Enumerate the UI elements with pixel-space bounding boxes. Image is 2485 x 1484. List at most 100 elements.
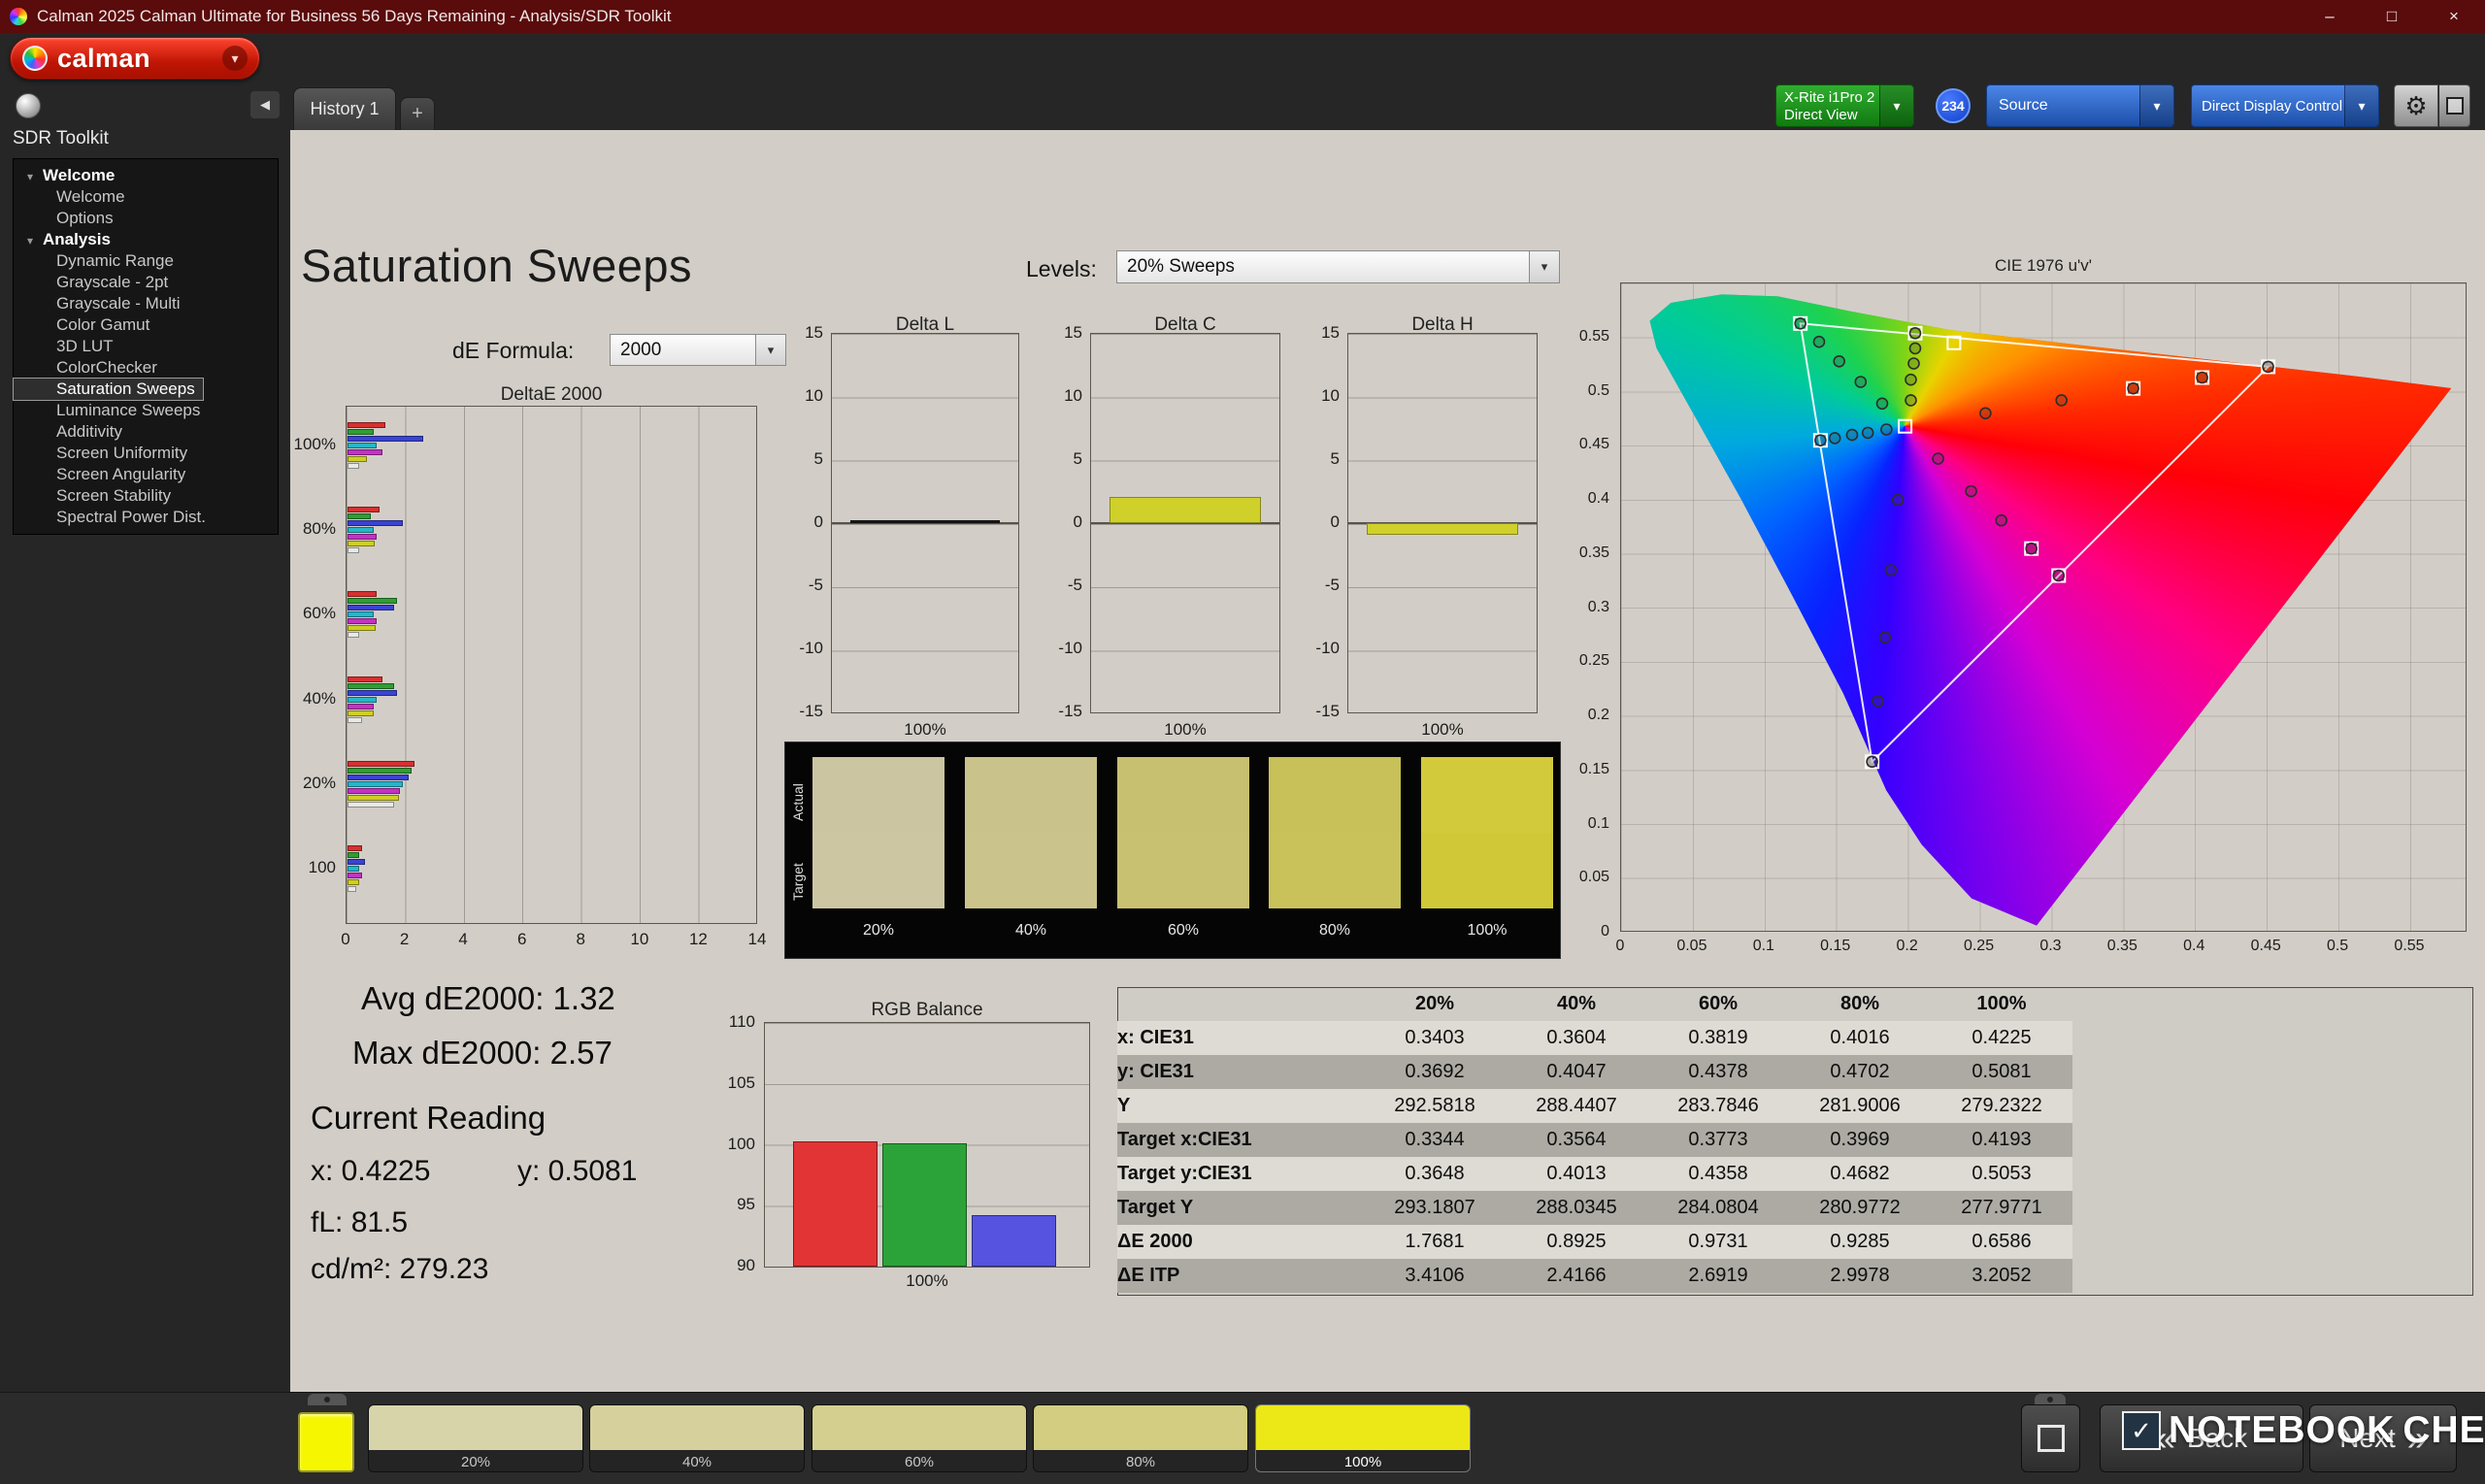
table-cell: 0.4378 (1688, 1061, 1748, 1082)
rgb-balance-title: RGB Balance (871, 1000, 983, 1020)
sidebar-item-colorchecker[interactable]: ColorChecker (14, 357, 278, 379)
deltae-bar (348, 618, 378, 625)
tick-label: 10 (630, 930, 649, 948)
tick-label: 95 (737, 1195, 755, 1214)
sidebar-item-grayscale-2pt[interactable]: Grayscale - 2pt (14, 272, 278, 293)
sweep-button-40[interactable]: 40% (589, 1404, 805, 1472)
current-pattern-swatch[interactable] (298, 1412, 354, 1472)
workflow-orb-button[interactable] (16, 93, 41, 118)
chevron-right-icon: » (2406, 1418, 2427, 1458)
swatch-60: 60% (1117, 757, 1249, 951)
sidebar-item-3d-lut[interactable]: 3D LUT (14, 336, 278, 357)
sweep-button-80[interactable]: 80% (1033, 1404, 1248, 1472)
delta-h-x-label: 100% (1421, 720, 1464, 739)
swatch-label: 80% (1318, 922, 1351, 939)
tick-label: 0.1 (1587, 814, 1609, 832)
tick-label: 14 (747, 930, 767, 948)
tick-label: 0.05 (1676, 938, 1707, 954)
row-label: Target x:CIE31 (1117, 1129, 1252, 1150)
table-cell: 2.9978 (1830, 1265, 1890, 1286)
table-cell: 0.3969 (1830, 1129, 1890, 1150)
tab-new-stub[interactable]: + (400, 97, 435, 130)
current-reading-title: Current Reading (311, 1100, 547, 1136)
close-button[interactable]: × (2423, 0, 2485, 33)
measured-marker (1828, 432, 1841, 445)
table-cell: 292.5818 (1394, 1095, 1475, 1116)
tab-history-1[interactable]: History 1 (293, 87, 396, 130)
swatch-target (1269, 833, 1401, 908)
column-header: 100% (1976, 993, 2027, 1014)
back-button[interactable]: « Back (2100, 1404, 2303, 1472)
swatch-target (1117, 833, 1249, 908)
meter-dropdown[interactable]: X-Rite i1Pro 2 Direct View ▾ (1775, 84, 1914, 127)
deltae-y-axis: 100% 80% 60% 40% 20% 100 (239, 435, 336, 876)
chevron-down-icon: ▾ (222, 46, 248, 71)
levels-label: Levels: (1026, 256, 1097, 281)
swatch-label: 40% (1014, 922, 1047, 939)
settings-button[interactable]: ⚙ (2394, 84, 2438, 127)
display-control-label: Direct Display Control (2202, 97, 2343, 115)
sidebar-item-luminance-sweeps[interactable]: Luminance Sweeps (14, 400, 278, 421)
deltae-bar (348, 767, 413, 774)
sweep-button-60[interactable]: 60% (812, 1404, 1027, 1472)
de-formula-select[interactable]: 2000 ▾ (610, 334, 786, 366)
tick-label: 12 (688, 930, 708, 948)
maximize-button[interactable]: □ (2361, 0, 2423, 33)
sidebar-item-welcome[interactable]: Welcome (14, 186, 278, 208)
panel-toggle-button[interactable] (2439, 84, 2470, 127)
table-row: Target y:CIE31 0.3648 0.4013 0.4358 0.46… (1117, 1157, 2072, 1191)
cie-chart-title: CIE 1976 u'v' (1994, 256, 2093, 275)
sidebar-item-label: Additivity (56, 422, 123, 441)
sidebar-section-welcome[interactable]: ▾ Welcome (14, 165, 278, 186)
sidebar-section-analysis[interactable]: ▾ Analysis (14, 229, 278, 250)
table-cell: 2.6919 (1688, 1265, 1748, 1286)
tick-label: -15 (1315, 702, 1340, 720)
levels-select[interactable]: 20% Sweeps ▾ (1116, 250, 1560, 283)
measured-marker (1965, 484, 1977, 498)
table-cell: 288.0345 (1536, 1197, 1617, 1218)
source-dropdown[interactable]: Source ▾ (1986, 84, 2174, 127)
actual-axis-label: Actual (790, 783, 806, 822)
measured-marker (1979, 407, 1992, 420)
stop-button[interactable] (2021, 1404, 2080, 1472)
minimize-button[interactable]: – (2299, 0, 2361, 33)
sidebar-item-label: 3D LUT (56, 337, 114, 355)
deltae-bar (348, 507, 381, 513)
deltae-bar (348, 443, 378, 448)
deltae-bar (348, 780, 404, 787)
tick-label: 0.05 (1578, 869, 1609, 886)
target-marker (1898, 418, 1913, 434)
tick-label: 110 (728, 1012, 755, 1031)
row-label: x: CIE31 (1117, 1027, 1194, 1048)
sweep-label: 20% (460, 1454, 491, 1470)
display-control-dropdown[interactable]: Direct Display Control ▾ (2191, 84, 2379, 127)
swatch-20: 20% (812, 757, 944, 951)
sidebar-item-color-gamut[interactable]: Color Gamut (14, 314, 278, 336)
next-button[interactable]: Next » (2309, 1404, 2457, 1472)
tick-label: 0.3 (1587, 598, 1609, 615)
table-header-row: 20% 40% 60% 80% 100% (1117, 987, 2072, 1021)
deltae-bar (348, 859, 366, 865)
target-axis-label: Target (790, 863, 806, 902)
measured-marker (1905, 394, 1917, 407)
swatch-target (965, 833, 1097, 908)
tick-label: 0.45 (1578, 436, 1609, 453)
sidebar-item-grayscale-multi[interactable]: Grayscale - Multi (14, 293, 278, 314)
meter-mode: Direct View (1784, 107, 1858, 123)
tray-handle[interactable] (308, 1394, 347, 1405)
next-label: Next (2339, 1423, 2396, 1453)
sidebar-collapse-button[interactable]: ◀ (250, 91, 280, 118)
sweep-button-100[interactable]: 100% (1255, 1404, 1471, 1472)
sidebar-item-dynamic-range[interactable]: Dynamic Range (14, 250, 278, 272)
swatch-actual (812, 757, 944, 833)
deltae-bar (348, 794, 400, 801)
sidebar-item-label: Grayscale - Multi (56, 294, 181, 313)
chevron-left-icon: « (2155, 1418, 2175, 1458)
sweep-button-20[interactable]: 20% (368, 1404, 583, 1472)
sidebar-item-options[interactable]: Options (14, 208, 278, 229)
sidebar-title: SDR Toolkit (13, 128, 109, 148)
red-bar (793, 1140, 878, 1267)
calman-menu-button[interactable]: calman ▾ (10, 37, 260, 80)
sidebar-item-additivity[interactable]: Additivity (14, 421, 278, 443)
sidebar-item-saturation-sweeps[interactable]: Saturation Sweeps (13, 378, 204, 401)
